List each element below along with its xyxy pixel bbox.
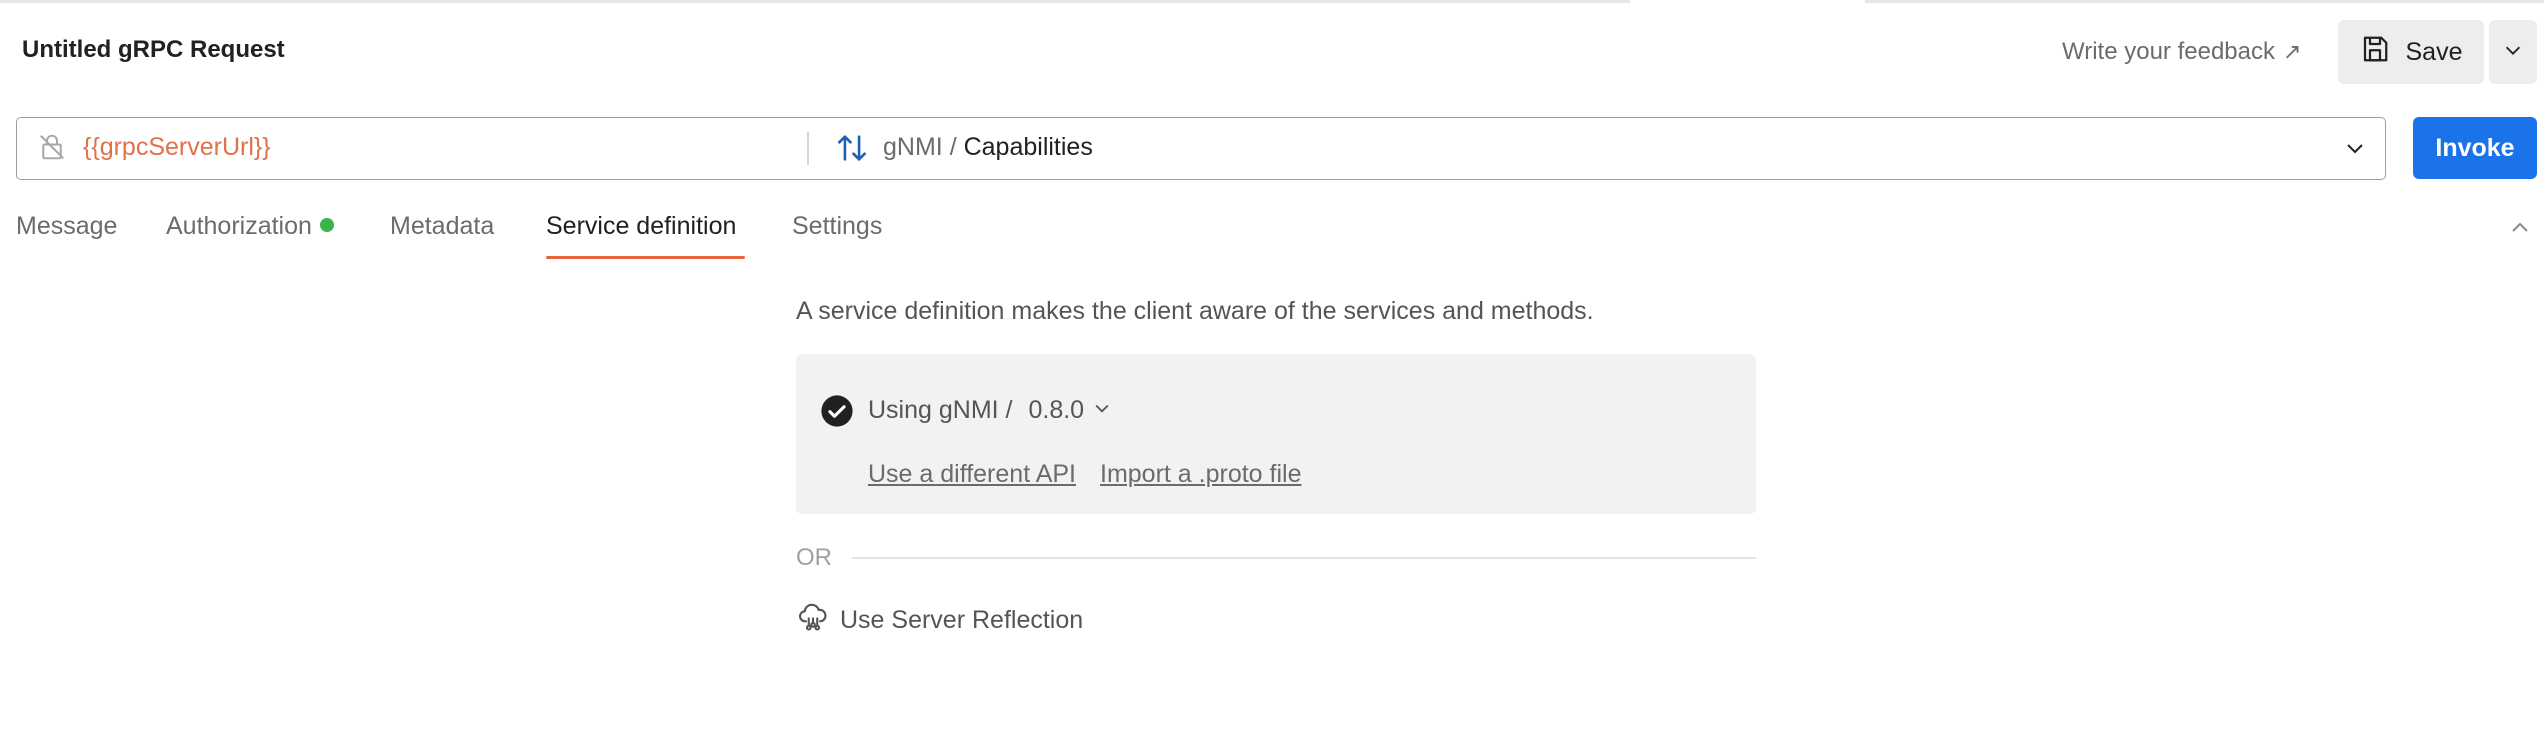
save-button[interactable]: Save xyxy=(2338,20,2484,84)
using-api-label: Using gNMI / xyxy=(868,396,1013,424)
bidirectional-stream-icon xyxy=(835,131,869,170)
tab-settings[interactable]: Settings xyxy=(792,212,882,241)
api-selection-card: Using gNMI / 0.8.0 Use a different API I… xyxy=(796,354,1756,514)
chevron-down-icon xyxy=(2502,39,2524,66)
cloud-network-icon xyxy=(796,600,830,641)
tab-authorization[interactable]: Authorization xyxy=(166,212,334,241)
chevron-down-icon[interactable] xyxy=(2343,136,2367,165)
import-proto-link[interactable]: Import a .proto file xyxy=(1100,460,1301,489)
version-dropdown[interactable]: 0.8.0 xyxy=(1028,396,1112,425)
or-label: OR xyxy=(796,544,832,571)
top-border-right xyxy=(1865,0,2544,3)
feedback-link[interactable]: Write your feedback ↗ xyxy=(2062,38,2301,66)
top-border xyxy=(0,0,1630,3)
tab-message[interactable]: Message xyxy=(16,212,117,241)
method-selector[interactable]: gNMI / Capabilities xyxy=(883,133,1093,162)
lock-disabled-icon[interactable] xyxy=(37,132,67,167)
save-icon xyxy=(2360,34,2390,71)
request-title[interactable]: Untitled gRPC Request xyxy=(22,36,285,64)
tab-metadata[interactable]: Metadata xyxy=(390,212,494,241)
status-dot-icon xyxy=(319,218,334,233)
chevron-down-icon xyxy=(1092,396,1112,425)
use-different-api-link[interactable]: Use a different API xyxy=(868,460,1076,489)
url-bar: {{grpcServerUrl}} gNMI / Capabilities xyxy=(16,117,2386,180)
external-arrow-icon: ↗ xyxy=(2283,39,2302,64)
check-circle-icon xyxy=(820,394,854,433)
service-definition-description: A service definition makes the client aw… xyxy=(796,297,1594,325)
method-separator: / xyxy=(949,133,957,161)
url-divider xyxy=(807,132,809,165)
feedback-label: Write your feedback xyxy=(2062,38,2275,65)
use-server-reflection-button[interactable]: Use Server Reflection xyxy=(796,600,1083,641)
use-server-reflection-label: Use Server Reflection xyxy=(840,606,1084,634)
active-tab-indicator xyxy=(546,256,745,259)
invoke-button[interactable]: Invoke xyxy=(2413,117,2537,179)
service-name: gNMI xyxy=(883,133,943,161)
save-label: Save xyxy=(2405,37,2463,66)
server-url-input[interactable]: {{grpcServerUrl}} xyxy=(83,133,271,162)
using-api-row: Using gNMI / 0.8.0 xyxy=(868,396,1112,425)
api-links: Use a different API Import a .proto file xyxy=(868,460,1301,489)
tab-authorization-label: Authorization xyxy=(166,212,312,240)
tab-service-definition[interactable]: Service definition xyxy=(546,212,736,241)
version-value: 0.8.0 xyxy=(1028,396,1085,424)
save-options-button[interactable] xyxy=(2489,20,2537,84)
chevron-up-icon[interactable] xyxy=(2508,216,2532,245)
method-name: Capabilities xyxy=(963,133,1093,161)
or-divider xyxy=(852,557,1756,559)
